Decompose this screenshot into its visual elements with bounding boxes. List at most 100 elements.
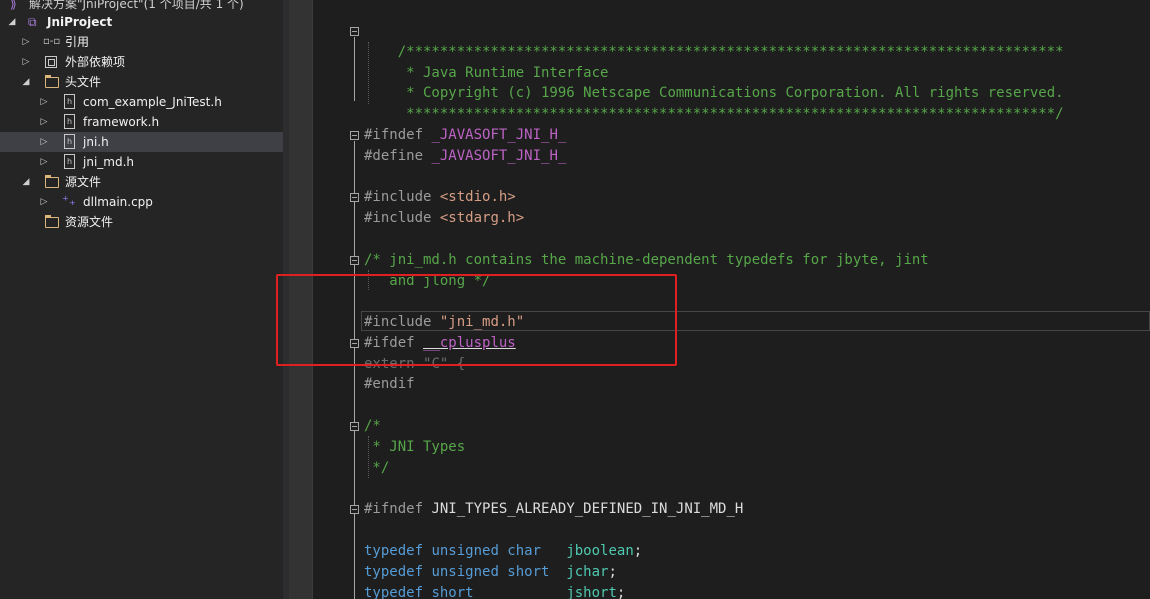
code-line: * Java Runtime Interface: [364, 42, 608, 63]
expand-arrow-icon[interactable]: ◢: [20, 172, 32, 192]
fold-toggle-icon[interactable]: [350, 256, 359, 265]
macro-name: _JAVASOFT_JNI_H_: [431, 148, 566, 164]
type-keyword: unsigned char: [431, 543, 541, 559]
fold-toggle-icon[interactable]: [350, 27, 359, 36]
semicolon: ;: [634, 543, 642, 559]
tree-item-references[interactable]: ▷ ▫-▫ 引用: [0, 32, 283, 52]
header-file-icon: [64, 114, 75, 129]
cpp-file-icon: ⁺₊: [62, 195, 76, 209]
tree-item-external-deps[interactable]: ▷ 外部依赖项: [0, 52, 283, 72]
code-line: /***************************************…: [364, 21, 1064, 42]
folder-icon: [45, 77, 59, 88]
code-line: /* jni_md.h contains the machine-depende…: [364, 250, 929, 271]
whitespace: [474, 585, 567, 599]
type-name: jchar: [566, 564, 608, 580]
tree-item-label: com_example_JniTest.h: [83, 92, 222, 112]
fold-toggle-icon[interactable]: [350, 505, 359, 514]
type-name: jshort: [566, 585, 617, 599]
code-line: * JNI Types: [364, 437, 465, 458]
preprocessor-keyword: #define: [364, 148, 423, 164]
expand-arrow-icon[interactable]: ◢: [6, 12, 18, 32]
collapse-arrow-icon[interactable]: ▷: [38, 192, 50, 212]
semicolon: ;: [617, 585, 625, 599]
semicolon: ;: [608, 564, 616, 580]
tree-item-source-files[interactable]: ◢ 源文件: [0, 172, 283, 192]
fold-toggle-icon[interactable]: [350, 131, 359, 140]
tree-item-jni-md-h[interactable]: ▷ jni_md.h: [0, 152, 283, 172]
tree-item-com-example-jnitest-h[interactable]: ▷ com_example_JniTest.h: [0, 92, 283, 112]
tree-item-label: jni.h: [83, 132, 109, 152]
tree-item-label: jni_md.h: [83, 152, 134, 172]
collapse-arrow-icon[interactable]: ▷: [20, 52, 32, 72]
tree-item-label: dllmain.cpp: [83, 192, 153, 212]
header-file-icon: [64, 134, 75, 149]
tree-item-dllmain-cpp[interactable]: ▷ ⁺₊ dllmain.cpp: [0, 192, 283, 212]
collapse-arrow-icon[interactable]: ▷: [38, 152, 50, 172]
collapse-arrow-icon[interactable]: ▷: [20, 32, 32, 52]
comment-text: ****************************************…: [398, 106, 1064, 122]
code-line: #define _JAVASOFT_JNI_H_: [364, 146, 566, 167]
type-keyword: short: [431, 585, 473, 599]
type-keyword: unsigned short: [431, 564, 549, 580]
tree-item-label: framework.h: [83, 112, 159, 132]
folder-icon: [45, 177, 59, 188]
red-annotation-box: [276, 274, 677, 366]
preprocessor-keyword: #ifndef: [364, 501, 423, 517]
keyword: typedef: [364, 585, 423, 599]
code-line: /*: [364, 416, 381, 437]
tree-item-label: 引用: [65, 32, 89, 52]
tree-item-label: 源文件: [65, 172, 101, 192]
collapse-arrow-icon[interactable]: ▷: [38, 112, 50, 132]
project-name: JniProject: [47, 12, 112, 32]
tree-project-row[interactable]: ◢ ⧉ JniProject: [0, 12, 283, 32]
fold-toggle-icon[interactable]: [350, 193, 359, 202]
code-line: #include <stdarg.h>: [364, 208, 524, 229]
tree-item-header-files[interactable]: ◢ 头文件: [0, 72, 283, 92]
collapse-arrow-icon[interactable]: ▷: [38, 132, 50, 152]
external-dependencies-icon: [45, 56, 57, 68]
collapse-arrow-icon[interactable]: ▷: [38, 92, 50, 112]
tree-item-label: 外部依赖项: [65, 52, 125, 72]
reference-icon: ▫-▫: [43, 35, 57, 49]
solution-explorer: ⟫ 解决方案"JniProject"(1 个项目/共 1 个) ◢ ⧉ JniP…: [0, 0, 283, 599]
tree-item-jni-h[interactable]: ▷ jni.h: [0, 132, 283, 152]
code-line: #endif: [364, 374, 415, 395]
include-path: <stdio.h>: [440, 189, 516, 205]
include-path: <stdarg.h>: [440, 210, 524, 226]
whitespace: [541, 543, 566, 559]
tree-item-framework-h[interactable]: ▷ framework.h: [0, 112, 283, 132]
visual-studio-solution-icon: ⟫: [10, 0, 24, 11]
comment-text: /*: [364, 418, 381, 434]
comment-text: /* jni_md.h contains the machine-depende…: [364, 252, 929, 268]
code-line: ****************************************…: [364, 83, 1064, 104]
code-line: #ifndef _JAVASOFT_JNI_H_: [364, 125, 566, 146]
macro-name: JNI_TYPES_ALREADY_DEFINED_IN_JNI_MD_H: [431, 501, 743, 517]
type-name: jboolean: [566, 543, 633, 559]
macro-name: _JAVASOFT_JNI_H_: [431, 127, 566, 143]
cpp-project-icon: ⧉: [28, 15, 42, 29]
keyword: typedef: [364, 543, 423, 559]
whitespace: [549, 564, 566, 580]
code-line: typedef unsigned short jchar;: [364, 562, 617, 583]
header-file-icon: [64, 154, 75, 169]
code-line: typedef short jshort;: [364, 583, 625, 599]
tree-item-resource-files[interactable]: 资源文件: [0, 212, 283, 232]
fold-guide-line: [354, 37, 355, 101]
preprocessor-keyword: #include: [364, 189, 431, 205]
keyword: typedef: [364, 564, 423, 580]
preprocessor-keyword: #include: [364, 210, 431, 226]
fold-guide-line: [354, 141, 355, 599]
code-line: #include <stdio.h>: [364, 187, 516, 208]
header-file-icon: [64, 94, 75, 109]
comment-text: */: [364, 460, 389, 476]
code-line: #ifndef JNI_TYPES_ALREADY_DEFINED_IN_JNI…: [364, 499, 743, 520]
preprocessor-keyword: #endif: [364, 376, 415, 392]
comment-text: * JNI Types: [364, 439, 465, 455]
code-line: typedef unsigned char jboolean;: [364, 541, 642, 562]
code-line: */: [364, 458, 389, 479]
expand-arrow-icon[interactable]: ◢: [20, 72, 32, 92]
code-line: * Copyright (c) 1996 Netscape Communicat…: [364, 62, 1064, 83]
preprocessor-keyword: #ifndef: [364, 127, 423, 143]
tree-item-label: 头文件: [65, 72, 101, 92]
fold-toggle-icon[interactable]: [350, 422, 359, 431]
